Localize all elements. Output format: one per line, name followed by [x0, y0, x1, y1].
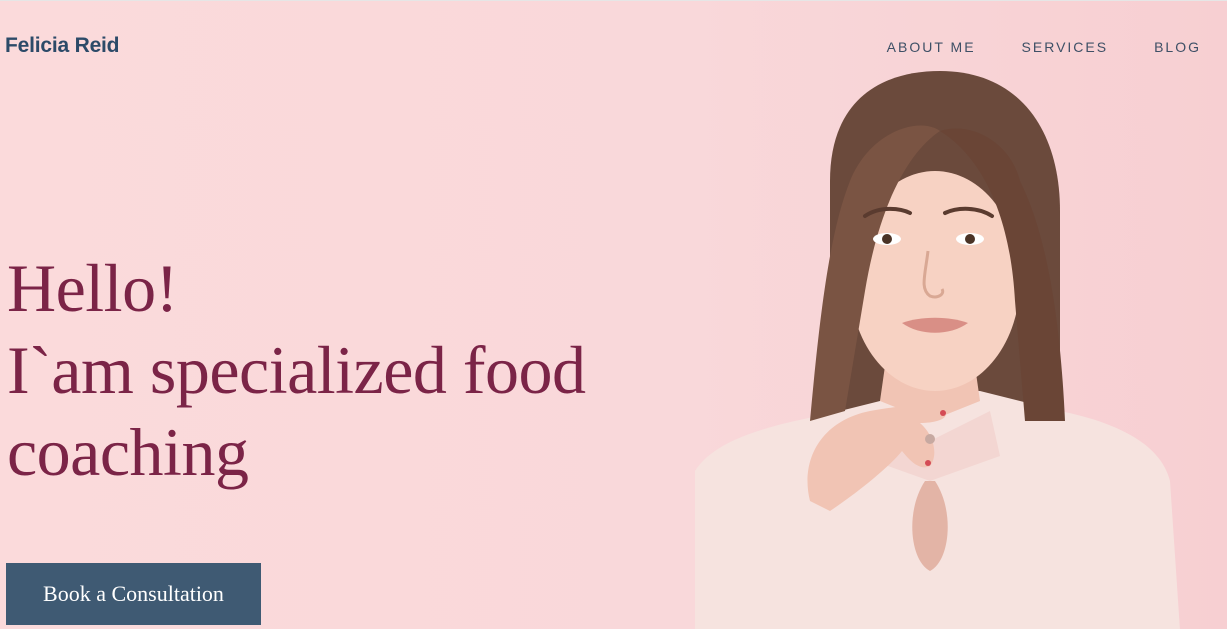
- hero-heading: Hello! I`am specialized food coaching: [7, 247, 627, 493]
- main-nav: ABOUT ME SERVICES BLOG: [887, 39, 1201, 55]
- book-consultation-button[interactable]: Book a Consultation: [6, 563, 261, 625]
- nav-blog[interactable]: BLOG: [1154, 39, 1201, 55]
- hero-line-1: Hello!: [7, 250, 178, 326]
- landing-page: Felicia Reid ABOUT ME SERVICES BLOG Hell…: [0, 0, 1227, 629]
- hero-line-3: coaching: [7, 414, 249, 490]
- portrait-image: [695, 71, 1180, 629]
- nav-services[interactable]: SERVICES: [1022, 39, 1109, 55]
- hero-line-2: I`am specialized food: [7, 332, 586, 408]
- nav-about-me[interactable]: ABOUT ME: [887, 39, 976, 55]
- site-logo[interactable]: Felicia Reid: [5, 34, 120, 58]
